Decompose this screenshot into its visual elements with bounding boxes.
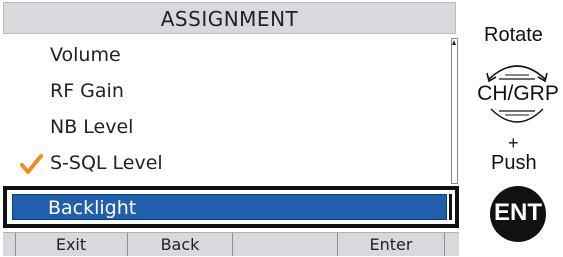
- push-label: Push: [491, 152, 537, 174]
- checkmark-icon: [20, 154, 43, 174]
- screen-title: ASSIGNMENT: [160, 7, 299, 31]
- menu-item-label: NB Level: [50, 116, 134, 138]
- menu-item-rf-gain[interactable]: RF Gain: [3, 74, 449, 110]
- menu-item-label: Volume: [50, 44, 121, 66]
- softkey-back[interactable]: Back: [128, 233, 232, 256]
- softkey-bar: Exit Back Enter: [3, 232, 459, 256]
- ent-button[interactable]: ENT: [490, 186, 546, 242]
- scroll-up-arrow-icon: [452, 40, 456, 45]
- dial-label: CH/GRP: [477, 82, 559, 105]
- rotate-label: Rotate: [484, 24, 543, 46]
- softkey-divider: [444, 233, 445, 256]
- plus-label: +: [508, 133, 519, 153]
- selection-highlight: Backlight: [12, 194, 447, 220]
- menu-item-label: S-SQL Level: [50, 152, 163, 174]
- softkey-exit[interactable]: Exit: [15, 233, 127, 256]
- menu-item-nb-level[interactable]: NB Level: [3, 110, 449, 146]
- menu-item-label: RF Gain: [50, 80, 124, 102]
- softkey-blank[interactable]: [233, 233, 337, 256]
- selection-end-marker: [449, 194, 452, 220]
- radio-display: ASSIGNMENT Volume RF Gain NB Level S-SQL…: [3, 2, 459, 256]
- menu-item-s-sql-level[interactable]: S-SQL Level: [3, 146, 449, 182]
- softkey-enter[interactable]: Enter: [338, 233, 444, 256]
- title-bar: ASSIGNMENT: [3, 2, 456, 34]
- menu-item-backlight[interactable]: Backlight: [3, 186, 459, 228]
- selected-item-label: Backlight: [48, 197, 137, 219]
- ent-label: ENT: [494, 199, 542, 226]
- menu-item-volume[interactable]: Volume: [3, 38, 449, 74]
- scrollbar[interactable]: [451, 38, 458, 184]
